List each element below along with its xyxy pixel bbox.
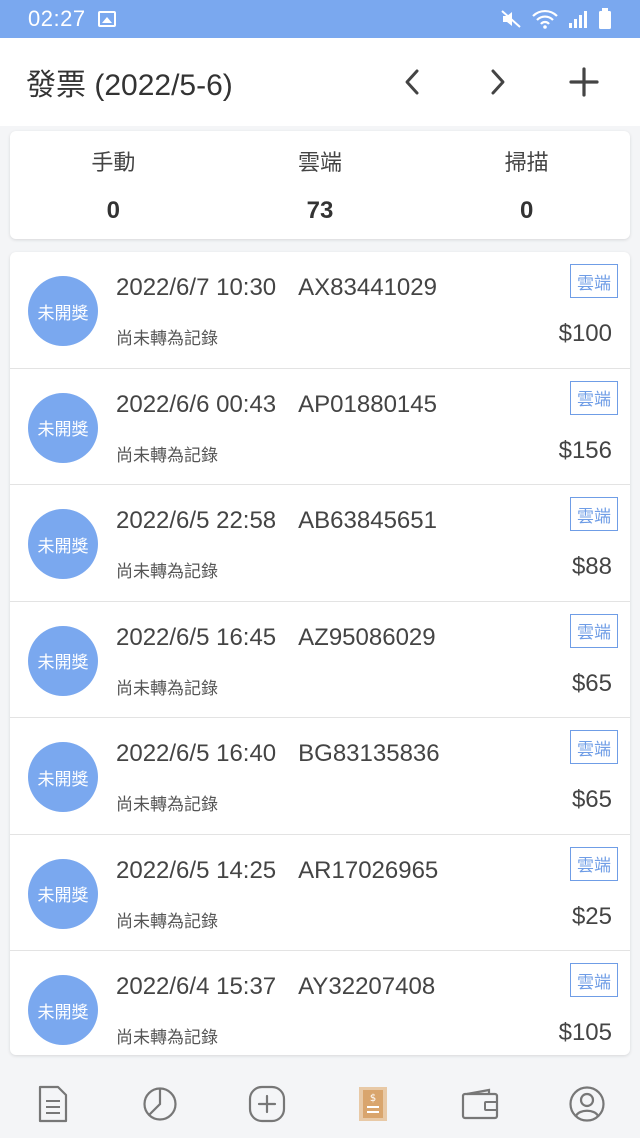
draw-status-badge: 未開獎 (28, 392, 98, 463)
image-notification-icon (97, 11, 116, 27)
invoice-datetime: 2022/6/6 00:43 (116, 390, 277, 418)
status-time: 02:27 (28, 6, 86, 31)
invoice-datetime: 2022/6/5 14:25 (116, 856, 277, 884)
app-header: 發票 (2022/5-6) (0, 38, 640, 126)
battery-icon (599, 8, 611, 29)
invoice-row[interactable]: 未開獎 2022/6/7 10:30 AX83441029 尚未轉為記錄 雲端 $… (10, 252, 630, 369)
invoice-row[interactable]: 未開獎 2022/6/5 16:45 AZ95086029 尚未轉為記錄 雲端 $… (10, 602, 630, 718)
invoice-main-line: 2022/6/5 16:40 BG83135836 (116, 740, 440, 768)
nav-wallet[interactable] (450, 1074, 510, 1134)
invoice-number: AB63845651 (298, 507, 437, 534)
invoice-number: BG83135836 (298, 740, 440, 767)
record-status: 尚未轉為記錄 (116, 445, 218, 465)
record-status: 尚未轉為記錄 (116, 678, 218, 698)
invoice-main-line: 2022/6/5 16:45 AZ95086029 (116, 624, 436, 652)
wifi-icon (532, 9, 558, 29)
wallet-icon (461, 1088, 499, 1120)
record-status: 尚未轉為記錄 (116, 795, 218, 814)
invoice-main-line: 2022/6/6 00:43 AP01880145 (116, 391, 437, 419)
summary-manual[interactable]: 手動 0 (10, 131, 217, 239)
invoice-amount: $65 (571, 669, 612, 697)
nav-charts[interactable] (130, 1074, 190, 1134)
record-status: 尚未轉為記錄 (116, 911, 218, 931)
status-icons (500, 8, 612, 30)
plus-icon (569, 67, 599, 97)
invoice-datetime: 2022/6/5 16:40 (116, 740, 277, 767)
invoice-datetime: 2022/6/5 16:45 (116, 623, 277, 651)
invoice-number: AP01880145 (298, 390, 437, 418)
page-title: 發票 (2022/5-6) (26, 69, 233, 102)
bottom-nav: $ (0, 1070, 640, 1138)
status-bar: 02:27 (0, 0, 640, 38)
invoice-amount: $25 (571, 902, 612, 930)
source-tag: 雲端 (570, 613, 618, 648)
draw-status-badge: 未開獎 (28, 858, 98, 929)
nav-invoices[interactable]: $ (343, 1074, 403, 1134)
record-status: 尚未轉為記錄 (116, 562, 218, 581)
invoice-main-line: 2022/6/7 10:30 AX83441029 (116, 274, 437, 302)
invoice-number: AX83441029 (298, 274, 437, 301)
invoice-amount: $156 (558, 436, 612, 464)
header-actions (356, 52, 614, 112)
record-status: 尚未轉為記錄 (116, 1028, 218, 1047)
signal-icon (569, 11, 587, 28)
draw-status-badge: 未開獎 (28, 625, 98, 696)
nav-add[interactable] (237, 1074, 297, 1134)
mute-icon (501, 10, 521, 28)
source-tag: 雲端 (570, 380, 618, 415)
nav-profile[interactable] (557, 1074, 617, 1134)
invoice-row[interactable]: 未開獎 2022/6/6 00:43 AP01880145 尚未轉為記錄 雲端 $… (10, 369, 630, 485)
list-document-icon (39, 1085, 68, 1123)
invoice-datetime: 2022/6/5 22:58 (116, 507, 277, 534)
invoice-amount: $105 (558, 1019, 612, 1046)
pie-chart-icon (143, 1087, 177, 1121)
draw-status-badge: 未開獎 (28, 509, 98, 579)
summary-label: 手動 (91, 150, 136, 175)
invoice-number: AY32207408 (298, 973, 436, 1000)
summary-cloud[interactable]: 雲端 73 (217, 131, 424, 239)
invoice-amount: $88 (571, 553, 612, 580)
source-tag: 雲端 (570, 963, 618, 997)
invoice-list: 未開獎 2022/6/7 10:30 AX83441029 尚未轉為記錄 雲端 $… (10, 252, 630, 1055)
add-circle-icon (248, 1085, 285, 1123)
summary-scan[interactable]: 掃描 0 (423, 131, 630, 239)
previous-period-button[interactable] (382, 52, 442, 112)
invoice-main-line: 2022/6/5 14:25 AR17026965 (116, 857, 438, 885)
next-period-button[interactable] (468, 52, 528, 112)
invoice-main-line: 2022/6/4 15:37 AY32207408 (116, 973, 435, 1001)
profile-icon (569, 1086, 605, 1122)
record-status: 尚未轉為記錄 (116, 329, 218, 348)
source-tag: 雲端 (570, 497, 618, 531)
invoice-amount: $100 (558, 320, 612, 347)
draw-status-badge: 未開獎 (28, 742, 98, 812)
invoice-summary: 手動 0 雲端 73 掃描 0 (10, 131, 630, 239)
invoice-amount: $65 (571, 786, 612, 813)
nav-records[interactable] (23, 1074, 83, 1134)
chevron-left-icon (405, 69, 419, 95)
summary-label: 雲端 (298, 150, 343, 175)
summary-count: 73 (306, 197, 334, 224)
source-tag: 雲端 (570, 730, 618, 764)
invoice-datetime: 2022/6/4 15:37 (116, 973, 277, 1000)
invoice-row[interactable]: 未開獎 2022/6/5 16:40 BG83135836 尚未轉為記錄 雲端 $… (10, 718, 630, 835)
invoice-datetime: 2022/6/7 10:30 (116, 274, 277, 301)
draw-status-badge: 未開獎 (28, 276, 98, 346)
summary-label: 掃描 (504, 150, 549, 175)
receipt-icon: $ (359, 1087, 388, 1121)
invoice-row[interactable]: 未開獎 2022/6/4 15:37 AY32207408 尚未轉為記錄 雲端 $… (10, 951, 630, 1055)
chevron-right-icon (491, 69, 505, 95)
invoice-number: AZ95086029 (298, 623, 436, 651)
source-tag: 雲端 (570, 846, 618, 881)
invoice-main-line: 2022/6/5 22:58 AB63845651 (116, 507, 437, 535)
summary-count: 0 (106, 197, 121, 224)
svg-text:$: $ (370, 1093, 376, 1104)
draw-status-badge: 未開獎 (28, 975, 98, 1045)
invoice-number: AR17026965 (298, 856, 439, 884)
source-tag: 雲端 (570, 264, 618, 298)
summary-count: 0 (520, 197, 534, 224)
invoice-row[interactable]: 未開獎 2022/6/5 22:58 AB63845651 尚未轉為記錄 雲端 $… (10, 485, 630, 602)
invoice-row[interactable]: 未開獎 2022/6/5 14:25 AR17026965 尚未轉為記錄 雲端 $… (10, 835, 630, 951)
add-invoice-button[interactable] (554, 52, 614, 112)
